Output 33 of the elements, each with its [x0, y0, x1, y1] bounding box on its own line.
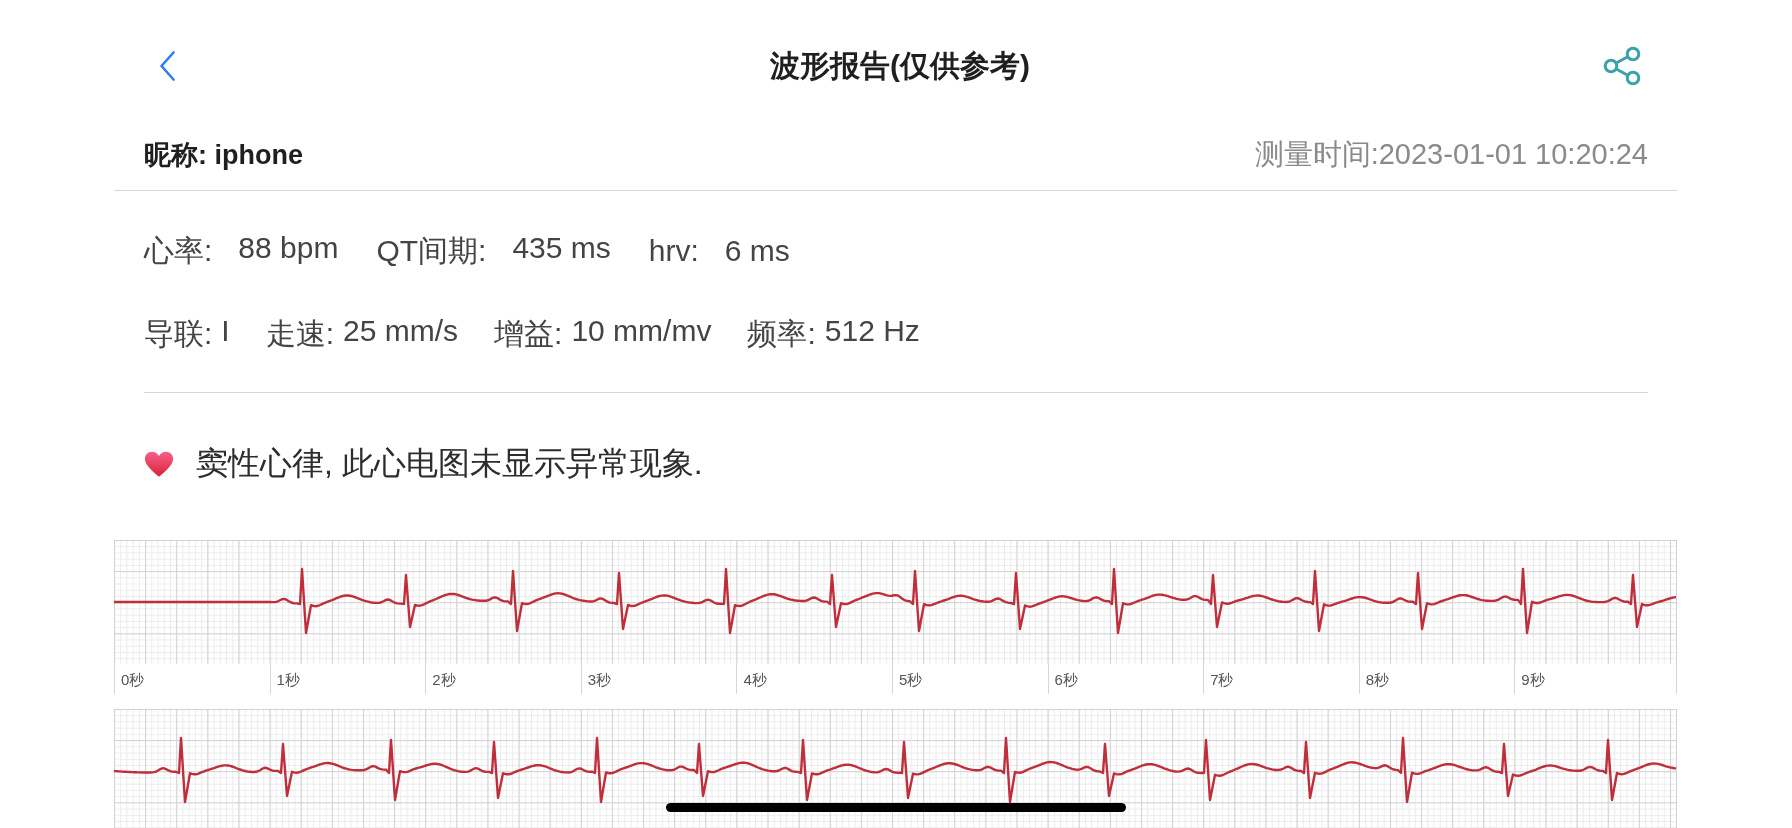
page-title: 波形报告(仅供参考) — [770, 47, 1030, 84]
measurement-time: 测量时间:2023-01-01 10:20:24 — [1254, 137, 1648, 172]
nickname: 昵称: iphone — [144, 139, 303, 172]
metric-value: I — [221, 313, 230, 349]
metric-label: 导联: — [144, 315, 213, 352]
metric-value: 88 bpm — [238, 230, 339, 266]
time-label: 8秒 — [1365, 671, 1390, 688]
time-label: 1秒 — [276, 671, 300, 688]
metric-value: 435 ms — [512, 230, 611, 266]
metric-value: 6 ms — [724, 234, 790, 268]
time-label: 0秒 — [121, 671, 145, 688]
time-label: 4秒 — [743, 671, 767, 688]
metric-label: 走速: — [265, 315, 335, 352]
time-label: 2秒 — [432, 671, 456, 688]
metric-label: QT间期: — [376, 232, 487, 269]
diagnosis-text: 窦性心律, 此心电图未显示异常现象. — [196, 444, 703, 483]
chevron-left-icon — [159, 51, 176, 81]
back-button[interactable] — [159, 51, 176, 81]
heart-icon — [144, 450, 174, 478]
metric-label: hrv: — [648, 234, 699, 268]
metric-value: 10 mm/mv — [571, 313, 712, 349]
time-label: 3秒 — [587, 671, 612, 688]
metric-label: 心率: — [144, 232, 213, 269]
share-icon — [1603, 46, 1641, 86]
metric-value: 512 Hz — [824, 313, 920, 349]
time-label: 6秒 — [1054, 671, 1078, 688]
share-button[interactable] — [1603, 46, 1641, 86]
metric-value: 25 mm/s — [343, 313, 459, 349]
metric-label: 增益: — [494, 315, 563, 352]
time-label: 5秒 — [898, 671, 923, 688]
metric-label: 频率: — [747, 315, 816, 352]
time-label: 9秒 — [1521, 671, 1545, 688]
time-label: 7秒 — [1210, 671, 1234, 688]
